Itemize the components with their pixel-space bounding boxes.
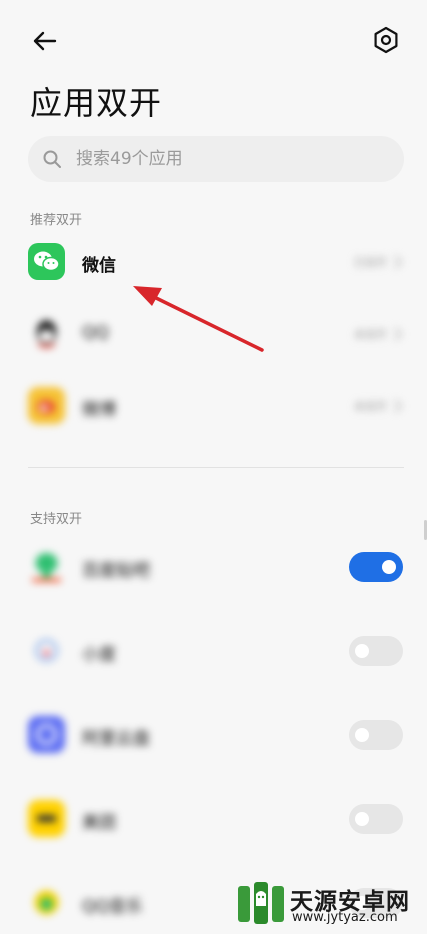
meituan-app-icon [28, 800, 65, 837]
list-item-qq[interactable]: QQ 未双开 [0, 305, 427, 365]
list-item-xiaodu[interactable]: 小度 [0, 622, 427, 682]
weibo-app-icon [28, 387, 65, 424]
chevron-right-icon [394, 327, 403, 341]
settings-gear-icon[interactable] [368, 22, 404, 58]
page-title: 应用双开 [30, 84, 163, 122]
app-name: 微信 [82, 256, 116, 276]
section-label-supported: 支持双开 [30, 512, 83, 527]
dual-toggle[interactable] [349, 720, 403, 750]
app-name: 美团 [82, 813, 116, 833]
section-divider [28, 467, 404, 468]
search-input[interactable] [76, 136, 376, 182]
watermark-url: www.jytyaz.com [292, 910, 398, 925]
site-watermark: 天源安卓网 www.jytyaz.com [236, 878, 424, 928]
search-bar[interactable] [28, 136, 404, 182]
list-item-baidu-tieba[interactable]: 百度贴吧 [0, 538, 427, 598]
baidu-tieba-app-icon [28, 548, 65, 585]
list-item-weibo[interactable]: 微博 未双开 [0, 377, 427, 437]
dual-status: 未双开 [354, 400, 387, 413]
xiaodu-app-icon [28, 632, 65, 669]
app-name: QQ音乐 [82, 897, 143, 917]
chevron-right-icon [394, 399, 403, 413]
list-item-wechat[interactable]: 微信 已双开 [0, 233, 427, 293]
app-name: QQ [82, 323, 109, 343]
toggle-knob [355, 644, 369, 658]
app-name: 小度 [82, 645, 116, 665]
dual-toggle[interactable] [349, 636, 403, 666]
back-arrow-icon[interactable] [28, 24, 62, 58]
dual-status: 已双开 [354, 256, 387, 269]
list-item-aliyun-drive[interactable]: 阿里云盘 [0, 706, 427, 766]
dual-status: 未双开 [354, 328, 387, 341]
toggle-knob [382, 560, 396, 574]
aliyun-drive-app-icon [28, 716, 65, 753]
toggle-knob [355, 728, 369, 742]
search-icon [43, 150, 61, 168]
top-bar [0, 0, 427, 80]
section-label-recommended: 推荐双开 [30, 213, 83, 228]
toggle-knob [355, 812, 369, 826]
app-name: 百度贴吧 [82, 561, 150, 581]
dual-toggle[interactable] [349, 552, 403, 582]
qq-music-app-icon [28, 884, 65, 921]
chevron-right-icon [394, 255, 403, 269]
app-name: 微博 [82, 400, 116, 420]
qq-app-icon [28, 315, 65, 352]
dual-toggle[interactable] [349, 804, 403, 834]
wechat-app-icon [28, 243, 65, 280]
list-item-meituan[interactable]: 美团 [0, 790, 427, 850]
android-logo-icon [238, 882, 284, 924]
app-name: 阿里云盘 [82, 729, 150, 749]
